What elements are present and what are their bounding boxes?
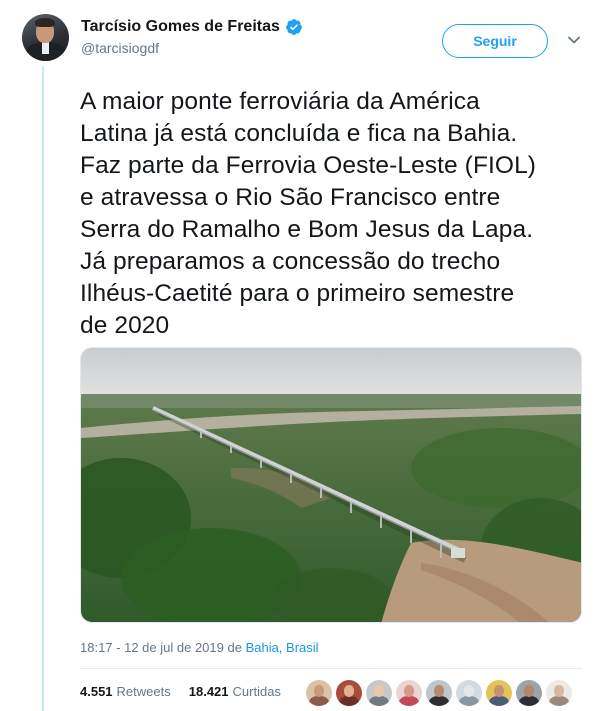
liker-avatar[interactable] (336, 680, 362, 706)
liker-avatar[interactable] (366, 680, 392, 706)
tweet-timestamp-location: 18:17 - 12 de jul de 2019 de Bahia, Bras… (80, 640, 319, 655)
liker-avatar[interactable] (306, 680, 332, 706)
tweet-header: Tarcísio Gomes de Freitas @tarcisiogdf S… (22, 14, 592, 70)
avatar[interactable] (22, 14, 69, 61)
likes-count[interactable]: 18.421 (189, 684, 229, 699)
tweet-date[interactable]: 12 de jul de 2019 (124, 640, 224, 655)
verified-badge-icon (286, 19, 302, 35)
location-link[interactable]: Bahia, Brasil (246, 640, 319, 655)
liker-avatar[interactable] (486, 680, 512, 706)
engagement-stats: 4.551 Retweets 18.421 Curtidas (80, 684, 281, 699)
follow-button[interactable]: Seguir (442, 24, 548, 58)
tweet-text: A maior ponte ferroviária da América Lat… (80, 88, 537, 339)
liker-avatar[interactable] (546, 680, 572, 706)
tweet-media-photo[interactable] (80, 347, 582, 623)
user-handle[interactable]: @tarcisiogdf (81, 40, 303, 56)
location-prefix: de (223, 640, 246, 655)
tweet-time[interactable]: 18:17 (80, 640, 113, 655)
author-info: Tarcísio Gomes de Freitas @tarcisiogdf (81, 18, 303, 56)
meta-separator: - (112, 640, 125, 655)
retweets-label[interactable]: Retweets (117, 684, 171, 699)
display-name[interactable]: Tarcísio Gomes de Freitas (81, 18, 280, 36)
thread-line (42, 66, 44, 711)
bridge-photo (81, 348, 581, 622)
retweets-count[interactable]: 4.551 (80, 684, 113, 699)
liker-avatar[interactable] (456, 680, 482, 706)
chevron-down-icon[interactable] (566, 32, 582, 48)
divider (80, 668, 582, 669)
liker-avatar[interactable] (396, 680, 422, 706)
liker-avatar[interactable] (426, 680, 452, 706)
likes-label[interactable]: Curtidas (233, 684, 281, 699)
likers-avatars (306, 680, 572, 706)
liker-avatar[interactable] (516, 680, 542, 706)
